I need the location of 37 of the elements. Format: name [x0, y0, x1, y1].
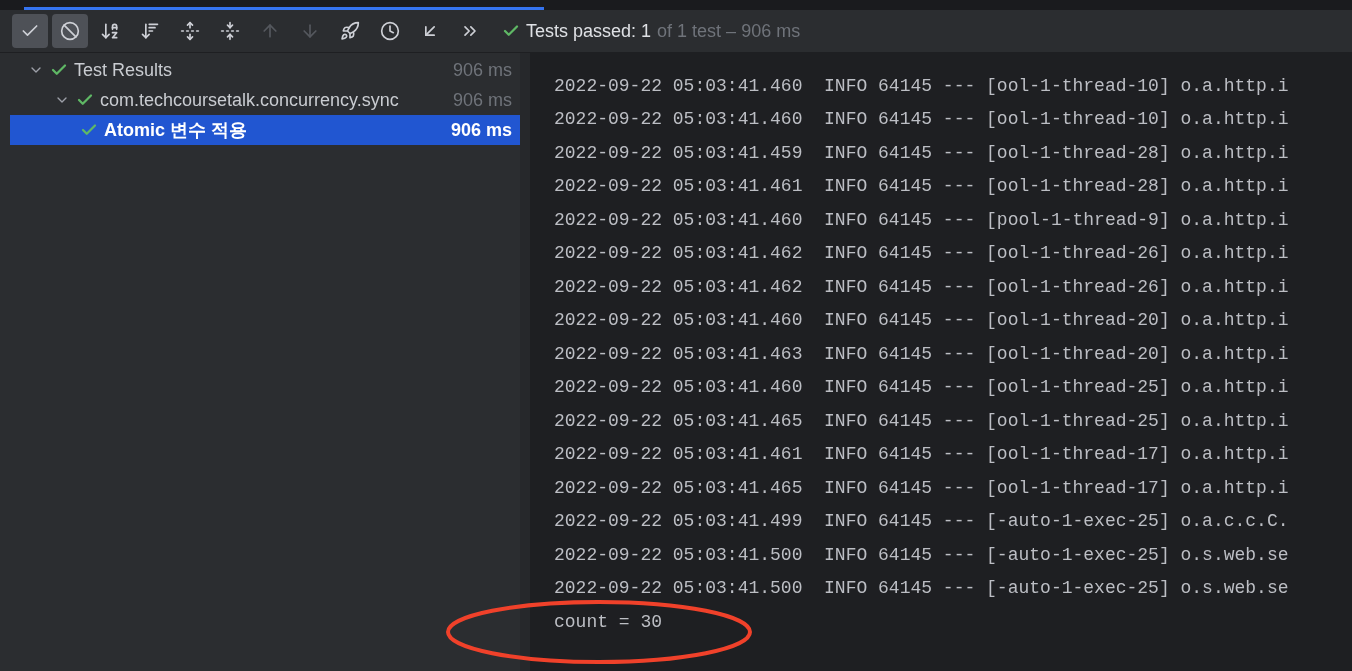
log-line: 2022-09-22 05:03:41.460 INFO 64145 --- [ool-1-thread-10] o.a.http.i — [554, 108, 1290, 132]
tree-label: com.techcoursetalk.concurrency.sync — [100, 89, 400, 111]
duration-text: 906 ms — [452, 89, 512, 111]
clock-icon — [380, 21, 400, 41]
log-line: 2022-09-22 05:03:41.462 INFO 64145 --- [ool-1-thread-26] o.a.http.i — [554, 242, 1290, 266]
log-line: 2022-09-22 05:03:41.459 INFO 64145 --- [ool-1-thread-28] o.a.http.i — [554, 141, 1290, 165]
sort-alpha-icon — [100, 21, 120, 41]
log-line: 2022-09-22 05:03:41.499 INFO 64145 --- [-auto-1-exec-25] o.a.c.c.C. — [554, 510, 1290, 534]
check-button[interactable] — [12, 14, 48, 48]
duration-text: 906 ms — [450, 119, 512, 141]
cancel-icon — [60, 21, 80, 41]
log-line: 2022-09-22 05:03:41.460 INFO 64145 --- [ool-1-thread-20] o.a.http.i — [554, 309, 1290, 333]
log-line: 2022-09-22 05:03:41.500 INFO 64145 --- [-auto-1-exec-25] o.s.web.se — [554, 543, 1290, 567]
log-line: 2022-09-22 05:03:41.461 INFO 64145 --- [ool-1-thread-17] o.a.http.i — [554, 443, 1290, 467]
status-text: Tests passed: 1 — [526, 20, 652, 42]
cancel-button[interactable] — [52, 14, 88, 48]
tree-label: Test Results — [74, 59, 174, 81]
log-line: 2022-09-22 05:03:41.460 INFO 64145 --- [pool-1-thread-9] o.a.http.i — [554, 208, 1290, 232]
tree-row[interactable]: Atomic 변수 적용 906 ms — [10, 115, 520, 145]
tree-label: Atomic 변수 적용 — [104, 119, 248, 142]
collapse-icon — [220, 21, 240, 41]
log-line: count = 30 — [554, 610, 664, 634]
log-line: 2022-09-22 05:03:41.465 INFO 64145 --- [ool-1-thread-17] o.a.http.i — [554, 476, 1290, 500]
log-line: 2022-09-22 05:03:41.460 INFO 64145 --- [ool-1-thread-25] o.a.http.i — [554, 376, 1290, 400]
log-line: 2022-09-22 05:03:41.465 INFO 64145 --- [ool-1-thread-25] o.a.http.i — [554, 409, 1290, 433]
log-line: 2022-09-22 05:03:41.462 INFO 64145 --- [ool-1-thread-26] o.a.http.i — [554, 275, 1290, 299]
log-line: 2022-09-22 05:03:41.460 INFO 64145 --- [ool-1-thread-10] o.a.http.i — [554, 74, 1290, 98]
sort-list-icon — [140, 21, 160, 41]
log-line: 2022-09-22 05:03:41.500 INFO 64145 --- [-auto-1-exec-25] o.s.web.se — [554, 577, 1290, 601]
tree-row[interactable]: com.techcoursetalk.concurrency.sync 906 ms — [10, 85, 520, 115]
tree-row[interactable]: Test Results 906 ms — [10, 55, 520, 85]
status-detail: of 1 test – 906 ms — [657, 20, 801, 42]
log-line: 2022-09-22 05:03:41.463 INFO 64145 --- [ool-1-thread-20] o.a.http.i — [554, 342, 1290, 366]
log-line: 2022-09-22 05:03:41.461 INFO 64145 --- [ool-1-thread-28] o.a.http.i — [554, 175, 1290, 199]
duration-text: 906 ms — [452, 59, 512, 81]
expand-icon — [180, 21, 200, 41]
rocket-icon — [340, 21, 360, 41]
